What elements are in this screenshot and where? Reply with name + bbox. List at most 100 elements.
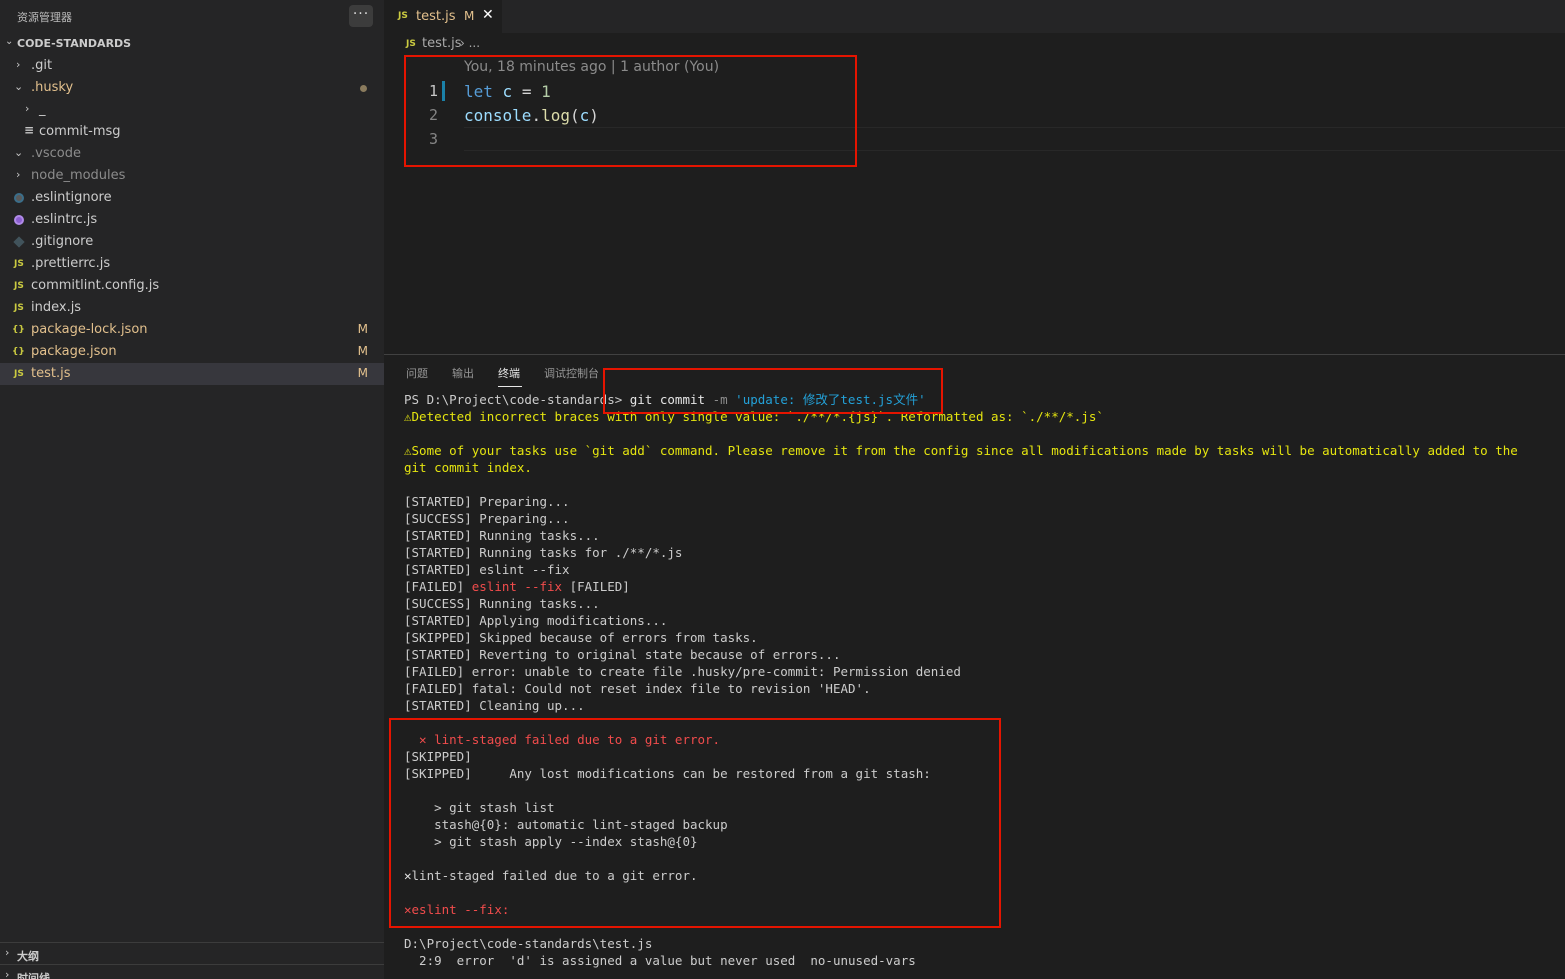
- terminal-line: [FAILED] error: unable to create file .h…: [404, 664, 961, 679]
- tab-modified-indicator: M: [464, 9, 475, 23]
- identifier: c: [579, 106, 590, 125]
- js-file-icon: JS: [14, 259, 24, 269]
- editor-tab-bar: JS test.js M ✕: [384, 0, 1565, 33]
- timeline-section-header[interactable]: › 时间线: [0, 964, 384, 979]
- terminal-prompt: PS D:\Project\code-standards>: [404, 392, 623, 407]
- tree-item-vscode-folder[interactable]: ⌄ .vscode: [0, 143, 384, 165]
- terminal-line: [STARTED] Preparing...: [404, 494, 570, 509]
- tab-debug-console[interactable]: 调试控制台: [544, 365, 599, 381]
- json-file-icon: {}: [12, 325, 25, 335]
- git-change-indicator: [442, 81, 445, 101]
- breadcrumb-rest[interactable]: › ...: [460, 36, 480, 50]
- tree-item-gitignore[interactable]: .gitignore: [0, 231, 384, 253]
- current-line-highlight: [464, 127, 1565, 151]
- code-editor[interactable]: You, 18 minutes ago | 1 author (You) 1 l…: [384, 56, 1565, 352]
- terminal-line: [STARTED] Running tasks for ./**/*.js: [404, 545, 683, 560]
- chevron-down-icon: ⌄: [14, 146, 24, 159]
- chevron-right-icon: ›: [5, 946, 10, 959]
- number-literal: 1: [541, 82, 551, 101]
- git-diamond-icon: [13, 236, 25, 248]
- terminal-line: ✕eslint --fix:: [404, 901, 509, 918]
- tab-label: test.js: [416, 9, 456, 24]
- error-message: lint-staged failed due to a git error.: [411, 868, 698, 883]
- keyword: let: [464, 82, 493, 101]
- tree-item-label: node_modules: [31, 168, 126, 183]
- workspace-root[interactable]: ⌄ CODE-STANDARDS: [0, 35, 384, 53]
- paren: ): [589, 106, 599, 125]
- tree-item-eslintrc[interactable]: .eslintrc.js: [0, 209, 384, 231]
- active-tab-indicator: [498, 386, 522, 387]
- tree-item-commitlint-config[interactable]: JS commitlint.config.js: [0, 275, 384, 297]
- tree-item-commit-msg[interactable]: ≡ commit-msg: [0, 121, 384, 143]
- js-file-icon: JS: [14, 281, 24, 291]
- tab-output[interactable]: 输出: [452, 365, 474, 381]
- failed-task: eslint --fix: [471, 579, 563, 594]
- tree-item-package-lock[interactable]: {} package-lock.json M: [0, 319, 384, 341]
- terminal-line: [STARTED] Applying modifications...: [404, 613, 668, 628]
- tree-item-git-folder[interactable]: › .git: [0, 55, 384, 77]
- tree-item-label: .eslintrc.js: [31, 212, 98, 227]
- git-blame-lens[interactable]: You, 18 minutes ago | 1 author (You): [464, 59, 719, 75]
- file-lines-icon: ≡: [24, 123, 35, 137]
- tree-item-prettierrc[interactable]: JS .prettierrc.js: [0, 253, 384, 275]
- tree-item-label: .git: [31, 58, 53, 73]
- js-file-icon: JS: [14, 369, 24, 379]
- tree-item-label: test.js: [31, 366, 71, 381]
- error-message: eslint --fix:: [411, 902, 510, 917]
- workspace-root-label: CODE-STANDARDS: [17, 37, 132, 50]
- error-x-icon: ✕: [404, 868, 412, 883]
- terminal-line: [SKIPPED] Any lost modifications can be …: [404, 766, 931, 781]
- terminal-line: > git stash list: [404, 800, 555, 815]
- more-actions-button[interactable]: ···: [349, 5, 373, 27]
- terminal-line: [SKIPPED] Skipped because of errors from…: [404, 630, 758, 645]
- tree-item-label: index.js: [31, 300, 82, 315]
- tree-item-label: .vscode: [31, 146, 81, 161]
- code-text: console.log(c): [464, 106, 599, 125]
- chevron-down-icon: ⌄: [5, 36, 14, 47]
- code-line-1[interactable]: 1 let c = 1: [384, 79, 1565, 103]
- terminal-line: ⚠Detected incorrect braces with only sin…: [404, 409, 1104, 424]
- terminal-line: [FAILED] fatal: Could not reset index fi…: [404, 681, 871, 696]
- status-tag: [FAILED]: [404, 579, 465, 594]
- tab-problems[interactable]: 问题: [406, 365, 428, 381]
- js-file-icon: JS: [14, 303, 24, 313]
- js-file-icon: JS: [398, 11, 408, 21]
- tree-item-node-modules[interactable]: › node_modules: [0, 165, 384, 187]
- terminal-line: 2:9 error 'd' is assigned a value but ne…: [404, 953, 916, 968]
- line-number: 2: [428, 106, 438, 124]
- panel-tab-bar: 问题 输出 终端 调试控制台: [384, 355, 1565, 389]
- tree-item-test-js[interactable]: JS test.js M: [0, 363, 384, 385]
- terminal-line: [STARTED] eslint --fix: [404, 562, 570, 577]
- terminal-line: git commit index.: [404, 460, 532, 475]
- outline-section-header[interactable]: › 大纲: [0, 942, 384, 964]
- terminal-line: PS D:\Project\code-standards> git commit…: [404, 391, 926, 408]
- code-line-2[interactable]: 2 console.log(c): [384, 103, 1565, 127]
- explorer-sidebar: 资源管理器 ··· ⌄ CODE-STANDARDS › .git ⌄ .hus…: [0, 0, 384, 979]
- git-status-badge: M: [357, 322, 368, 336]
- eslint-icon: [14, 215, 24, 225]
- tree-item-underscore-folder[interactable]: › _: [0, 99, 384, 121]
- status-tag: [FAILED]: [569, 579, 630, 594]
- outline-label: 大纲: [17, 950, 39, 963]
- tree-item-label: .husky: [31, 80, 74, 95]
- code-text: let c = 1: [464, 82, 551, 101]
- modified-dot-icon: [360, 85, 367, 92]
- tab-terminal[interactable]: 终端: [498, 365, 520, 381]
- chevron-right-icon: ›: [16, 168, 21, 181]
- tree-item-eslintignore[interactable]: .eslintignore: [0, 187, 384, 209]
- terminal-line: [STARTED] Running tasks...: [404, 528, 600, 543]
- git-status-badge: M: [357, 366, 368, 380]
- operator: .: [531, 106, 542, 125]
- tab-test-js[interactable]: JS test.js M ✕: [384, 0, 502, 33]
- terminal-line: stash@{0}: automatic lint-staged backup: [404, 817, 728, 832]
- tree-item-index-js[interactable]: JS index.js: [0, 297, 384, 319]
- chevron-right-icon: ›: [5, 968, 10, 979]
- tree-item-husky-folder[interactable]: ⌄ .husky: [0, 77, 384, 99]
- code-line-3[interactable]: 3: [384, 127, 1565, 151]
- line-number: 3: [428, 130, 438, 148]
- tree-item-package-json[interactable]: {} package.json M: [0, 341, 384, 363]
- tree-item-label: commit-msg: [39, 124, 121, 139]
- bottom-panel: 问题 输出 终端 调试控制台 PS D:\Project\code-standa…: [384, 354, 1565, 979]
- breadcrumb-file[interactable]: test.js: [422, 36, 461, 51]
- close-icon[interactable]: ✕: [482, 7, 494, 23]
